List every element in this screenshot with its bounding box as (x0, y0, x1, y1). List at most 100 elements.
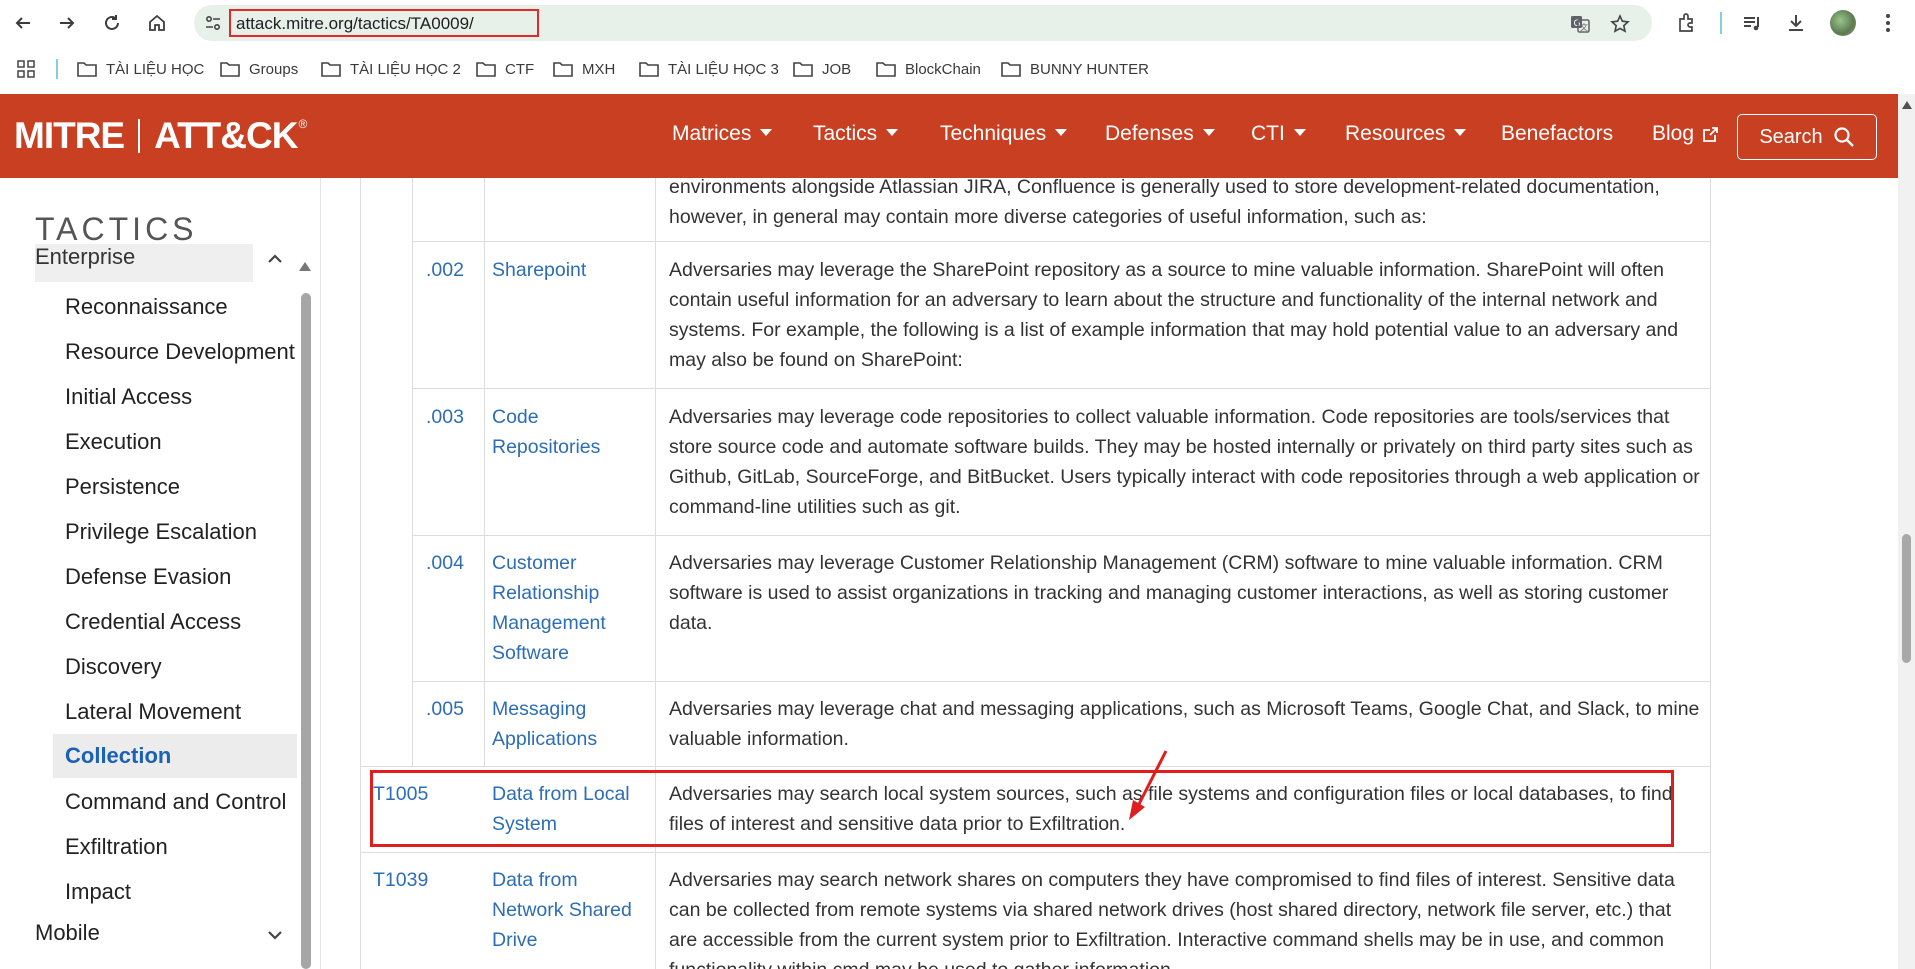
technique-name-link[interactable]: Data from Network Shared Drive (492, 865, 652, 955)
bookmark-label: Groups (249, 60, 299, 78)
site-header: MITRE ATT&CK ® Matrices Tactics Technique… (0, 94, 1898, 178)
sidebar-scrollbar-thumb[interactable] (301, 293, 311, 969)
subtechnique-id-link[interactable]: .003 (426, 402, 464, 432)
search-icon (1834, 127, 1854, 147)
sidebar-item-exfiltration[interactable]: Exfiltration (65, 834, 168, 860)
folder-icon (77, 62, 97, 77)
bookmark-label: TÀI LIỆU HỌC 2 (350, 60, 461, 78)
nav-label: Blog (1652, 122, 1695, 145)
profile-avatar[interactable] (1830, 10, 1856, 36)
back-button[interactable] (8, 8, 38, 38)
subtechnique-id-link[interactable]: .005 (426, 694, 464, 724)
sidebar-item-lateral-movement[interactable]: Lateral Movement (65, 699, 241, 725)
row-divider (412, 241, 1710, 242)
sidebar-item-resource-development[interactable]: Resource Development (65, 339, 295, 365)
technique-id-link[interactable]: T1039 (373, 865, 428, 895)
sidebar-item-persistence[interactable]: Persistence (65, 474, 180, 500)
page-scroll-up-icon[interactable] (1902, 101, 1912, 109)
annotation-arrow-icon (1129, 750, 1168, 820)
svg-text:文: 文 (1580, 22, 1588, 32)
folder-icon (1001, 62, 1021, 77)
site-settings-icon[interactable] (204, 14, 222, 32)
reload-button[interactable] (97, 8, 127, 38)
sidebar-item-privilege-escalation[interactable]: Privilege Escalation (65, 519, 257, 545)
technique-name-link[interactable]: Sharepoint (492, 255, 652, 285)
download-icon (1789, 15, 1803, 31)
media-control-button[interactable] (1740, 11, 1764, 35)
nav-defenses[interactable]: Defenses (1105, 122, 1215, 146)
sidebar-group-enterprise[interactable]: Enterprise (35, 244, 253, 282)
technique-name-link[interactable]: Code Repositories (492, 402, 642, 462)
toolbar-separator (1720, 12, 1722, 34)
technique-name-link[interactable]: Customer Relationship Management Softwar… (492, 548, 642, 668)
subtechnique-id-link[interactable]: .002 (426, 255, 464, 285)
home-button[interactable] (142, 8, 172, 38)
row-divider (412, 388, 1710, 389)
folder-icon (793, 62, 813, 77)
bookmark-star-icon[interactable] (1610, 14, 1630, 34)
browser-menu-button[interactable] (1876, 11, 1900, 35)
nav-blog[interactable]: Blog (1652, 122, 1719, 146)
folder-icon (639, 62, 659, 77)
downloads-button[interactable] (1784, 11, 1808, 35)
nav-label: Benefactors (1501, 122, 1614, 145)
bookmark-folder[interactable]: JOB (793, 58, 851, 80)
tactics-sidebar: TACTICS Enterprise Reconnaissance Resour… (0, 178, 320, 969)
bookmark-folder[interactable]: MXH (553, 58, 615, 80)
bookmark-folder[interactable]: CTF (476, 58, 534, 80)
chevron-up-icon[interactable] (264, 248, 286, 270)
sidebar-item-initial-access[interactable]: Initial Access (65, 384, 192, 410)
nav-label: Matrices (672, 122, 752, 145)
page-scrollbar-thumb[interactable] (1902, 534, 1911, 663)
bookmark-folder[interactable]: BUNNY HUNTER (1001, 58, 1149, 80)
techniques-table: environments alongside Atlassian JIRA, C… (321, 178, 1898, 969)
bookmark-folder[interactable]: Groups (220, 58, 298, 80)
technique-name-link[interactable]: Messaging Applications (492, 694, 642, 754)
extensions-button[interactable] (1675, 11, 1699, 35)
address-bar[interactable]: attack.mitre.org/tactics/TA0009/ G文 (194, 5, 1652, 41)
nav-matrices[interactable]: Matrices (672, 122, 773, 146)
bookmark-folder[interactable]: TÀI LIỆU HỌC (77, 58, 204, 80)
logo-attck-text: ATT&CK (154, 115, 298, 156)
sidebar-item-credential-access[interactable]: Credential Access (65, 609, 241, 635)
folder-icon (220, 62, 240, 77)
table-border (412, 178, 413, 766)
translate-icon[interactable]: G文 (1570, 14, 1590, 34)
bookmark-folder[interactable]: BlockChain (876, 58, 981, 80)
sidebar-item-command-and-control[interactable]: Command and Control (65, 789, 286, 815)
nav-resources[interactable]: Resources (1345, 122, 1467, 146)
nav-cti[interactable]: CTI (1251, 122, 1306, 146)
search-button[interactable]: Search (1737, 114, 1877, 160)
technique-description: Adversaries may search network shares on… (669, 869, 1675, 969)
bookmark-folder[interactable]: TÀI LIỆU HỌC 2 (321, 58, 461, 80)
sidebar-item-defense-evasion[interactable]: Defense Evasion (65, 564, 231, 590)
page-scrollbar[interactable] (1898, 94, 1915, 969)
url-text[interactable]: attack.mitre.org/tactics/TA0009/ (236, 14, 474, 34)
logo-registered-mark: ® (298, 117, 308, 131)
forward-button[interactable] (52, 8, 82, 38)
bookmark-label: TÀI LIỆU HỌC (106, 60, 205, 78)
apps-grid-icon[interactable] (17, 60, 35, 78)
sidebar-group-mobile[interactable]: Mobile (35, 920, 100, 946)
bookmarks-bar: TÀI LIỆU HỌC Groups TÀI LIỆU HỌC 2 CTF M… (0, 46, 1915, 94)
sidebar-item-collection[interactable]: Collection (53, 734, 297, 778)
logo-mitre-text: MITRE (14, 115, 125, 156)
bookmark-label: BlockChain (905, 60, 981, 78)
caret-down-icon (886, 128, 899, 136)
nav-benefactors[interactable]: Benefactors (1501, 122, 1613, 146)
folder-icon (321, 62, 341, 77)
sidebar-scroll-up-icon[interactable] (299, 262, 311, 271)
sidebar-item-execution[interactable]: Execution (65, 429, 162, 455)
nav-tactics[interactable]: Tactics (813, 122, 899, 146)
sidebar-item-discovery[interactable]: Discovery (65, 654, 162, 680)
bookmark-folder[interactable]: TÀI LIỆU HỌC 3 (639, 58, 779, 80)
chevron-down-icon[interactable] (264, 924, 286, 946)
column-divider (655, 178, 656, 969)
sidebar-item-reconnaissance[interactable]: Reconnaissance (65, 294, 228, 320)
mitre-attack-logo[interactable]: MITRE ATT&CK ® (14, 115, 308, 156)
sidebar-item-impact[interactable]: Impact (65, 879, 131, 905)
nav-techniques[interactable]: Techniques (940, 122, 1068, 146)
bookmark-label: JOB (822, 60, 852, 78)
bookmarks-separator (56, 59, 58, 79)
subtechnique-id-link[interactable]: .004 (426, 548, 464, 578)
